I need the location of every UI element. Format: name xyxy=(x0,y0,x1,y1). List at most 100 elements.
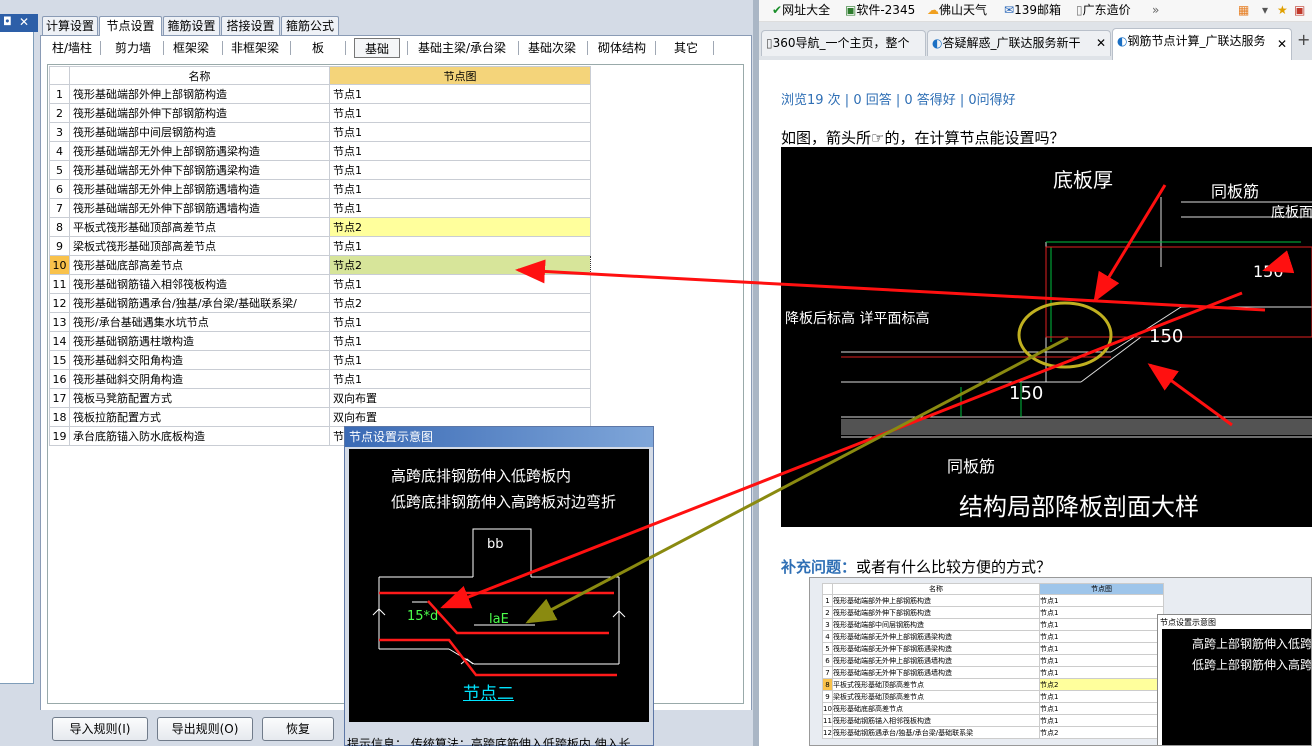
table-row[interactable]: 12 筏形基础钢筋遇承台/独基/承台梁/基础联系梁/节点2 xyxy=(49,293,591,313)
row-node-cell[interactable]: 双向布置 xyxy=(329,407,591,427)
thumb-row-name: 筏形基础端部无外伸上部钢筋遇梁构造 xyxy=(832,630,1040,643)
row-name-cell[interactable]: 筏形/承台基础遇集水坑节点 xyxy=(69,312,330,332)
row-node-cell[interactable]: 节点1 xyxy=(329,274,591,294)
bookmark-gd-cost[interactable]: ▯广东造价 xyxy=(1076,2,1131,18)
row-number: 6 xyxy=(49,179,70,199)
restore-button[interactable]: 恢复 xyxy=(262,717,334,741)
table-row[interactable]: 3 筏形基础端部中间层钢筋构造 节点1 xyxy=(49,122,591,142)
table-row[interactable]: 8 平板式筏形基础顶部高差节点 节点2 xyxy=(49,217,591,237)
import-rules-button[interactable]: 导入规则(I) xyxy=(52,717,148,741)
extension-icon[interactable]: ▣ xyxy=(1294,2,1305,18)
row-node-cell[interactable]: 节点1 xyxy=(329,84,591,104)
star-icon[interactable]: ★ xyxy=(1277,2,1288,18)
row-name-cell[interactable]: 筏形基础钢筋遇承台/独基/承台梁/基础联系梁/ xyxy=(69,293,330,313)
browser-tab-qa[interactable]: ◐答疑解惑_广联达服务新干 ✕ xyxy=(927,30,1111,56)
cad-drawing: 底板厚 同板筋 底板面标 降板后标高 详平面标高 150 150 150 同板筋… xyxy=(785,168,1312,521)
table-row[interactable]: 2 筏形基础端部外伸下部钢筋构造 节点1 xyxy=(49,103,591,123)
row-name-cell[interactable]: 筏形基础斜交阳角构造 xyxy=(69,350,330,370)
row-name-cell[interactable]: 筏形基础端部无外伸下部钢筋遇墙构造 xyxy=(69,198,330,218)
close-tab-icon[interactable]: ✕ xyxy=(1277,32,1287,56)
dropdown-icon[interactable]: ▾ xyxy=(1262,2,1268,18)
subtab-slab[interactable]: 板 xyxy=(300,38,336,58)
subtab-column-wall[interactable]: 柱/墙柱 xyxy=(46,38,98,58)
row-node-cell[interactable]: 节点1 xyxy=(329,350,591,370)
subtab-foundation-main-beam[interactable]: 基础主梁/承台梁 xyxy=(410,38,514,58)
row-node-cell[interactable]: 节点1 xyxy=(329,312,591,332)
row-name-cell[interactable]: 筏形基础钢筋遇柱墩构造 xyxy=(69,331,330,351)
row-node-cell[interactable]: 节点2 xyxy=(329,293,591,313)
subtab-shear-wall[interactable]: 剪力墙 xyxy=(108,38,158,58)
table-row[interactable]: 1 筏形基础端部外伸上部钢筋构造 节点1 xyxy=(49,84,591,104)
table-row[interactable]: 7 筏形基础端部无外伸下部钢筋遇墙构造 节点1 xyxy=(49,198,591,218)
browser-tab-360[interactable]: ▯360导航_一个主页，整个 xyxy=(761,30,926,56)
table-row[interactable]: 13 筏形/承台基础遇集水坑节点 节点1 xyxy=(49,312,591,332)
table-row[interactable]: 10 筏形基础底部高差节点 节点2 xyxy=(49,255,591,275)
thumb-row-name: 筏形基础端部外伸下部钢筋构造 xyxy=(832,606,1040,619)
glodon-icon: ◐ xyxy=(1117,34,1128,48)
row-name-cell[interactable]: 筏形基础端部外伸下部钢筋构造 xyxy=(69,103,330,123)
row-name-cell[interactable]: 筏形基础端部中间层钢筋构造 xyxy=(69,122,330,142)
subtab-frame-beam[interactable]: 框架梁 xyxy=(166,38,216,58)
export-rules-button[interactable]: 导出规则(O) xyxy=(157,717,253,741)
label-bb: bb xyxy=(487,537,504,552)
row-node-cell[interactable]: 节点1 xyxy=(329,141,591,161)
table-row[interactable]: 18 筏板拉筋配置方式 双向布置 xyxy=(49,407,591,427)
table-row[interactable]: 11 筏形基础钢筋锚入相邻筏板构造 节点1 xyxy=(49,274,591,294)
bookmark-url-directory[interactable]: ✔网址大全 xyxy=(772,2,830,18)
tab-calc-settings[interactable]: 计算设置 xyxy=(42,16,98,35)
row-node-cell[interactable]: 节点1 xyxy=(329,331,591,351)
table-row[interactable]: 4 筏形基础端部无外伸上部钢筋遇梁构造 节点1 xyxy=(49,141,591,161)
row-name-cell[interactable]: 筏形基础端部无外伸下部钢筋遇梁构造 xyxy=(69,160,330,180)
apps-icon[interactable]: ▦ xyxy=(1238,2,1249,18)
row-name-cell[interactable]: 平板式筏形基础顶部高差节点 xyxy=(69,217,330,237)
subtab-foundation-secondary-beam[interactable]: 基础次梁 xyxy=(523,38,581,58)
table-row[interactable]: 5 筏形基础端部无外伸下部钢筋遇梁构造 节点1 xyxy=(49,160,591,180)
popup-tip: 提示信息： 传统算法：高跨底筋伸入低跨板内 伸入长 xyxy=(347,737,631,746)
table-row[interactable]: 17 筏板马凳筋配置方式 双向布置 xyxy=(49,388,591,408)
tab-stirrup-settings[interactable]: 箍筋设置 xyxy=(163,16,220,35)
tab-lap-settings[interactable]: 搭接设置 xyxy=(221,16,280,35)
row-name-cell[interactable]: 筏板拉筋配置方式 xyxy=(69,407,330,427)
page-icon: ▯ xyxy=(766,36,773,50)
new-tab-icon[interactable]: + xyxy=(1297,32,1310,48)
row-name-cell[interactable]: 筏板马凳筋配置方式 xyxy=(69,388,330,408)
table-row[interactable]: 9 梁板式筏形基础顶部高差节点 节点1 xyxy=(49,236,591,256)
close-tab-icon[interactable]: ✕ xyxy=(1096,31,1106,55)
table-row[interactable]: 14 筏形基础钢筋遇柱墩构造 节点1 xyxy=(49,331,591,351)
bookmark-weather[interactable]: ☁佛山天气 xyxy=(927,2,987,18)
row-name-cell[interactable]: 筏形基础端部无外伸上部钢筋遇墙构造 xyxy=(69,179,330,199)
row-name-cell[interactable]: 筏形基础端部无外伸上部钢筋遇梁构造 xyxy=(69,141,330,161)
tab-node-settings[interactable]: 节点设置 xyxy=(99,16,162,36)
bookmark-139mail[interactable]: ✉139邮箱 xyxy=(1004,2,1061,18)
row-node-cell[interactable]: 节点1 xyxy=(329,103,591,123)
row-node-cell[interactable]: 双向布置 xyxy=(329,388,591,408)
row-node-cell[interactable]: 节点1 xyxy=(329,160,591,180)
row-name-cell[interactable]: 筏形基础斜交阴角构造 xyxy=(69,369,330,389)
table-row[interactable]: 6 筏形基础端部无外伸上部钢筋遇墙构造 节点1 xyxy=(49,179,591,199)
row-node-cell[interactable]: 节点1 xyxy=(329,369,591,389)
tab-stirrup-formula[interactable]: 箍筋公式 xyxy=(281,16,339,35)
row-node-cell[interactable]: 节点1 xyxy=(329,179,591,199)
browser-tab-rebar-node[interactable]: ◐钢筋节点计算_广联达服务 ✕ xyxy=(1112,28,1292,60)
bookmark-software[interactable]: ▣软件-2345 xyxy=(845,2,915,18)
row-node-cell[interactable]: 节点2 xyxy=(329,255,591,275)
row-name-cell[interactable]: 梁板式筏形基础顶部高差节点 xyxy=(69,236,330,256)
more-bookmarks-icon[interactable]: » xyxy=(1152,2,1159,18)
row-number: 1 xyxy=(49,84,70,104)
subtab-nonframe-beam[interactable]: 非框架梁 xyxy=(225,38,285,58)
table-row[interactable]: 16 筏形基础斜交阴角构造 节点1 xyxy=(49,369,591,389)
subtab-masonry[interactable]: 砌体结构 xyxy=(592,38,652,58)
pin-icon[interactable]: ◘ xyxy=(3,16,12,28)
row-node-cell[interactable]: 节点2 xyxy=(329,217,591,237)
row-name-cell[interactable]: 筏形基础底部高差节点 xyxy=(69,255,330,275)
subtab-foundation[interactable]: 基础 xyxy=(354,38,400,58)
row-node-cell[interactable]: 节点1 xyxy=(329,236,591,256)
close-icon[interactable]: ✕ xyxy=(19,16,29,28)
row-node-cell[interactable]: 节点1 xyxy=(329,122,591,142)
row-node-cell[interactable]: 节点1 xyxy=(329,198,591,218)
row-name-cell[interactable]: 筏形基础钢筋锚入相邻筏板构造 xyxy=(69,274,330,294)
row-name-cell[interactable]: 筏形基础端部外伸上部钢筋构造 xyxy=(69,84,330,104)
row-name-cell[interactable]: 承台底筋锚入防水底板构造 xyxy=(69,426,330,446)
subtab-other[interactable]: 其它 xyxy=(660,38,712,58)
table-row[interactable]: 15 筏形基础斜交阳角构造 节点1 xyxy=(49,350,591,370)
